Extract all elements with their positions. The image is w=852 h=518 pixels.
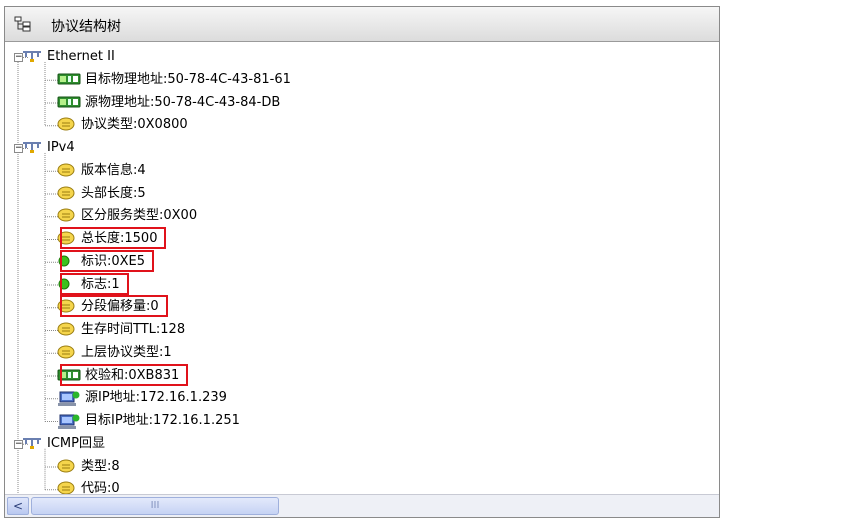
expand-collapse-toggle[interactable]: −: [14, 144, 23, 153]
yellow-field-icon: [57, 163, 75, 185]
tree-item-label: Ethernet II: [47, 49, 115, 64]
scroll-left-button[interactable]: <: [7, 497, 29, 515]
panel-title: 协议结构树: [51, 19, 121, 35]
protocol-tree[interactable]: Ethernet II − 目标物理地址:50-78-4C-43-81-61 源物理地…: [5, 43, 719, 496]
tree-item-label: ICMP回显: [47, 435, 105, 451]
tree-item-label: IPv4: [47, 140, 75, 155]
network-node-icon: [21, 140, 43, 162]
tree-item-label: 生存时间TTL:128: [81, 322, 186, 337]
yellow-field-icon: [57, 322, 75, 344]
tree-item-label: 目标IP地址:172.16.1.251: [85, 413, 240, 428]
green-card-icon: [57, 95, 81, 117]
panel-header: 协议结构树: [5, 7, 719, 42]
tree-item-label: 上层协议类型:1: [81, 344, 172, 360]
scroll-grip: III: [150, 500, 160, 511]
tree-item-label: 源物理地址:50-78-4C-43-84-DB: [85, 94, 281, 110]
network-node-icon: [21, 49, 43, 71]
green-card-icon: [57, 72, 81, 94]
highlight-box: [60, 227, 166, 249]
protocol-tree-panel: 协议结构树 Ethernet II − 目标物理地址:50-78-4C-43-81-…: [4, 6, 720, 518]
tree-item-label: 头部长度:5: [81, 185, 146, 201]
tree-item-label: 目标物理地址:50-78-4C-43-81-61: [85, 71, 291, 87]
yellow-field-icon: [57, 186, 75, 208]
network-node-icon: [21, 436, 43, 458]
tree-item-label: 版本信息:4: [81, 162, 146, 178]
highlight-box: [60, 295, 168, 318]
expand-collapse-toggle[interactable]: −: [14, 53, 23, 62]
expand-collapse-toggle[interactable]: −: [14, 439, 23, 449]
highlight-box: [60, 363, 188, 386]
tree-structure-icon: [14, 16, 32, 32]
yellow-field-icon: [57, 459, 75, 481]
tree-item-label: 协议类型:0X0800: [81, 117, 188, 133]
scroll-thumb[interactable]: III: [31, 497, 279, 515]
tree-item-label: 源IP地址:172.16.1.239: [85, 390, 227, 406]
highlight-box: [60, 272, 129, 295]
highlight-box: [60, 249, 154, 272]
tree-item-label: 类型:8: [81, 458, 120, 474]
horizontal-scrollbar[interactable]: < III: [5, 494, 719, 517]
yellow-field-icon: [57, 117, 75, 139]
tree-item-label: 区分服务类型:0X00: [81, 208, 198, 224]
